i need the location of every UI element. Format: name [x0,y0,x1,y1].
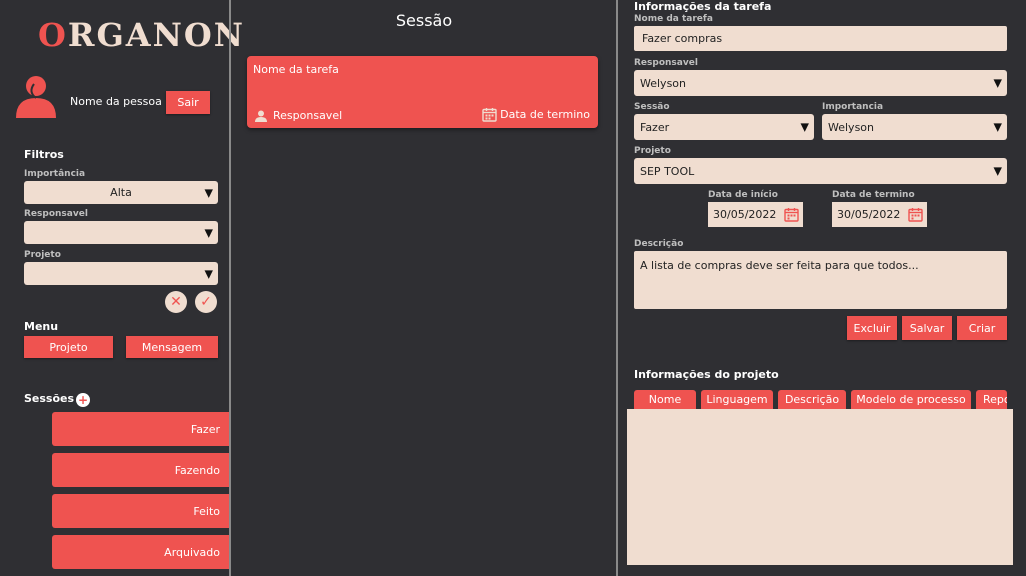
save-button[interactable]: Salvar [902,316,952,340]
task-name-input[interactable]: Fazer compras [634,26,1007,51]
session-item-arquivado[interactable]: Arquivado [52,535,230,569]
project-tab-panel [627,409,1013,565]
dropdown-arrow-icon: ▼ [993,76,1002,90]
project-info-title: Informações do projeto [634,368,779,381]
description-label: Descrição [634,239,684,249]
dropdown-arrow-icon: ▼ [800,120,809,134]
user-avatar-icon [16,76,56,118]
session-item-feito[interactable]: Feito [52,494,230,528]
tab-linguagem[interactable]: Linguagem [701,390,773,409]
tab-nome[interactable]: Nome [634,390,696,409]
task-info-title: Informações da tarefa [634,0,772,13]
clear-filter-icon[interactable]: ✕ [165,291,187,313]
task-name-label: Nome da tarefa [634,14,713,24]
tab-descricao[interactable]: Descrição [778,390,846,409]
task-card-responsible: Responsavel [255,109,342,122]
filter-project-label: Projeto [24,250,61,260]
add-session-icon[interactable]: + [76,393,90,407]
filter-importance-select[interactable]: Alta ▼ [24,181,218,204]
delete-button[interactable]: Excluir [847,316,897,340]
task-session-select[interactable]: Fazer ▼ [634,114,814,140]
app-logo: ORGANON [38,16,245,54]
dropdown-arrow-icon: ▼ [993,164,1002,178]
task-importance-label: Importancia [822,102,884,112]
task-responsible-label: Responsavel [634,58,698,68]
person-icon [255,110,267,122]
filter-responsible-label: Responsavel [24,209,88,219]
middle-divider [616,0,618,576]
end-date-input[interactable]: 30/05/2022 [832,202,927,227]
task-project-select[interactable]: SEP TOOL ▼ [634,158,1007,184]
task-importance-select[interactable]: Welyson ▼ [822,114,1007,140]
calendar-icon[interactable] [784,207,799,222]
task-card-end-date: Data de termino [482,107,590,122]
dropdown-arrow-icon: ▼ [204,186,213,199]
filter-responsible-select[interactable]: ▼ [24,221,218,244]
start-date-input[interactable]: 30/05/2022 [708,202,803,227]
calendar-icon [482,108,497,122]
description-textarea[interactable]: A lista de compras deve ser feita para q… [634,251,1007,309]
session-item-fazer[interactable]: Fazer [52,412,230,446]
apply-filter-icon[interactable]: ✓ [195,291,217,313]
logout-button[interactable]: Sair [166,91,210,114]
create-button[interactable]: Criar [957,316,1007,340]
menu-title: Menu [24,320,59,333]
tab-repo[interactable]: Repo [976,390,1007,409]
session-title: Sessão [395,11,453,30]
task-card[interactable]: Nome da tarefa Responsavel Data de termi… [247,56,598,128]
session-item-fazendo[interactable]: Fazendo [52,453,230,487]
end-date-label: Data de termino [832,190,915,200]
sidebar-divider [229,0,231,576]
task-session-label: Sessão [634,102,670,112]
sessions-title: Sessões [24,392,75,405]
user-name: Nome da pessoa [70,95,162,108]
dropdown-arrow-icon: ▼ [993,120,1002,134]
task-responsible-select[interactable]: Welyson ▼ [634,70,1007,96]
filters-title: Filtros [24,148,64,161]
start-date-label: Data de início [708,190,778,200]
task-card-name: Nome da tarefa [253,63,339,76]
filter-importance-label: Importância [24,169,86,179]
tab-modelo-de-processo[interactable]: Modelo de processo [851,390,971,409]
menu-project-button[interactable]: Projeto [24,336,113,358]
dropdown-arrow-icon: ▼ [204,226,213,239]
dropdown-arrow-icon: ▼ [204,267,213,280]
sidebar: ORGANON Nome da pessoa Sair Filtros Impo… [0,0,243,576]
task-project-label: Projeto [634,146,671,156]
calendar-icon[interactable] [908,207,923,222]
menu-message-button[interactable]: Mensagem [126,336,218,358]
filter-project-select[interactable]: ▼ [24,262,218,285]
